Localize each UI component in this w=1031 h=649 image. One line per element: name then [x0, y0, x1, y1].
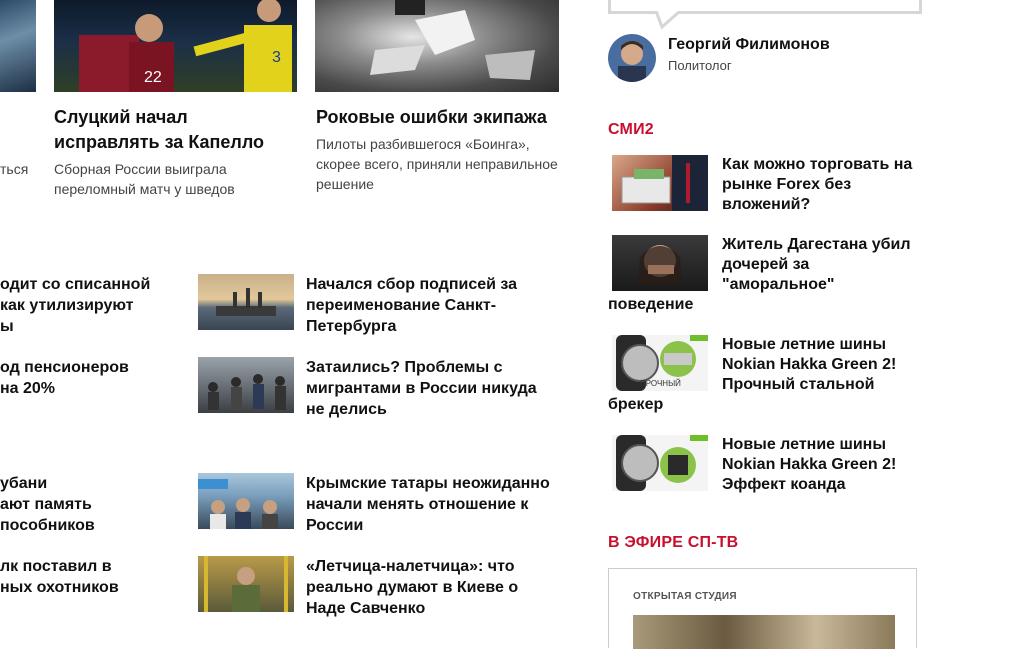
left-fragment-3-line3: пособников: [0, 517, 95, 534]
football-photo[interactable]: 22 3: [54, 0, 297, 92]
left-fragment-3-line1: убани: [0, 475, 48, 492]
news-title-1[interactable]: Начался сбор подписей за переименование …: [306, 274, 556, 337]
left-fragment-1[interactable]: одит со списанной как утилизируют ы: [0, 274, 190, 337]
left-fragment-1-line2: как утилизируют: [0, 297, 134, 314]
tatars-art: [198, 479, 278, 529]
smi2-item-1[interactable]: Как можно торговать на рынке Forex без в…: [608, 155, 920, 215]
card-lead-football: Сборная России выиграла переломный матч …: [54, 161, 235, 197]
crash-photo[interactable]: [315, 0, 559, 92]
news-thumb-tatars[interactable]: [198, 473, 294, 529]
football-photo-art: 22 3: [79, 0, 292, 92]
news-thumb-savchenko[interactable]: [198, 556, 294, 612]
left-fragment-2-line2: на 20%: [0, 380, 56, 397]
left-fragment-4-line1: лк поставил в: [0, 558, 112, 575]
left-fragment-1-line3: ы: [0, 318, 14, 335]
news-title-4[interactable]: «Летчица-налетчица»: что реально думают …: [306, 556, 561, 619]
news-thumb-aurora[interactable]: [198, 274, 294, 330]
sptv-label: ОТКРЫТАЯ СТУДИЯ: [633, 591, 737, 602]
smi2-item-4[interactable]: Новые летние шины Nokian Hakka Green 2! …: [608, 435, 920, 495]
sptv-video-thumb[interactable]: [633, 615, 895, 649]
news-title-2[interactable]: Затаились? Проблемы с мигрантами в Росси…: [306, 357, 556, 420]
expert-role: Политолог: [668, 58, 732, 73]
money-box-art: [621, 155, 708, 211]
girl-art: [638, 245, 682, 285]
quote-bubble-tail: [654, 11, 681, 30]
tire-art-2: [616, 435, 708, 491]
expert-name[interactable]: Георгий Филимонов: [668, 36, 830, 54]
left-fragment-1-line1: одит со списанной: [0, 276, 151, 293]
left-fragment-2[interactable]: од пенсионеров на 20%: [0, 357, 190, 399]
svg-text:22: 22: [144, 69, 162, 86]
left-fragment-2-line1: од пенсионеров: [0, 359, 129, 376]
crash-photo-art: [370, 0, 535, 80]
sptv-box[interactable]: ОТКРЫТАЯ СТУДИЯ: [608, 568, 917, 649]
smi2-item-3[interactable]: ПРОЧНЫЙ Новые летние шины Nokian Hakka G…: [608, 335, 920, 415]
card-title-football[interactable]: Слуцкий начал исправлять за Капелло: [54, 105, 294, 155]
card-title-crash[interactable]: Роковые ошибки экипажа: [316, 105, 556, 130]
news-title-3[interactable]: Крымские татары неожиданно начали менять…: [306, 473, 561, 536]
smi2-thumb-4: [612, 435, 708, 491]
left-fragment-4[interactable]: лк поставил в ных охотников: [0, 556, 190, 598]
smi2-item-2[interactable]: Житель Дагестана убил дочерей за "аморал…: [608, 235, 920, 315]
left-partial-image[interactable]: [0, 0, 36, 92]
left-fragment-4-line2: ных охотников: [0, 579, 119, 596]
smi2-thumb-1: [612, 155, 708, 211]
cruiser-art: [216, 288, 276, 316]
smi2-thumb-2: [612, 235, 708, 291]
left-fragment-3[interactable]: убани ают память пособников: [0, 473, 190, 536]
card-lead-crash: Пилоты разбившегося «Боинга», скорее все…: [316, 136, 558, 192]
avatar-art: [618, 41, 646, 82]
left-fragment-3-line2: ают память: [0, 496, 92, 513]
left-partial-lead: ться: [0, 161, 29, 177]
smi2-thumb-3: ПРОЧНЫЙ: [612, 335, 708, 391]
sptv-heading[interactable]: В ЭФИРЕ СП-ТВ: [608, 534, 738, 552]
news-thumb-migrants[interactable]: [198, 357, 294, 413]
savchenko-art: [204, 556, 288, 612]
svg-text:3: 3: [272, 49, 281, 66]
smi2-heading[interactable]: СМИ2: [608, 121, 654, 139]
smi2-thumb-3-caption: ПРОЧНЫЙ: [640, 379, 681, 388]
migrants-art: [208, 374, 286, 410]
expert-avatar[interactable]: [608, 34, 656, 82]
